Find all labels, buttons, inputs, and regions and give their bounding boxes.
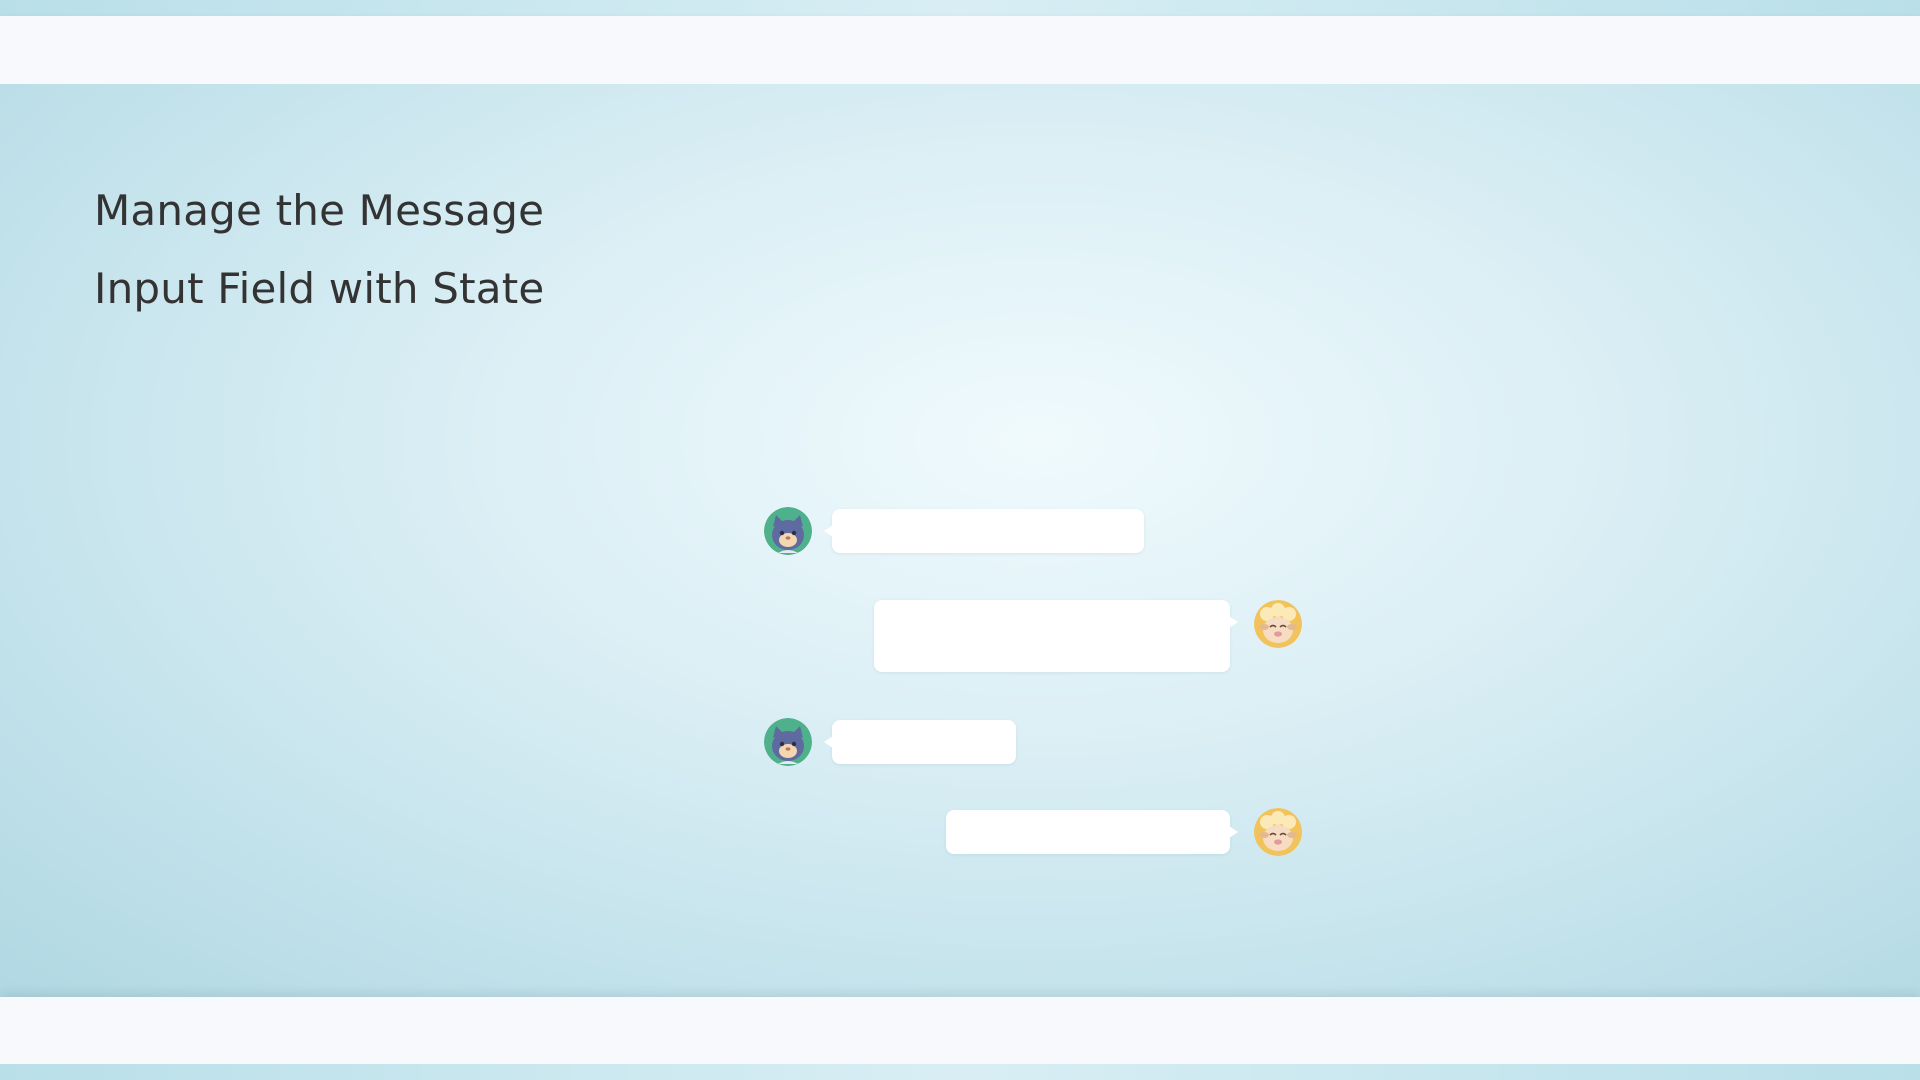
message-bubble xyxy=(824,720,1016,764)
title-line-1: Manage the Message xyxy=(94,186,545,235)
bottom-bar xyxy=(0,997,1920,1064)
chat-message xyxy=(874,600,1304,672)
message-bubble xyxy=(824,509,1144,553)
chat-message xyxy=(764,506,1144,556)
top-bar xyxy=(0,16,1920,84)
slide-stage: Manage the Message Input Field with Stat… xyxy=(0,84,1920,997)
cat-avatar-icon xyxy=(764,507,812,555)
top-edge-strip xyxy=(0,0,1920,16)
bottom-edge-strip xyxy=(0,1064,1920,1080)
cat-avatar-icon xyxy=(764,718,812,766)
sheep-avatar-icon xyxy=(1254,808,1302,856)
title-line-2: Input Field with State xyxy=(94,264,545,313)
sheep-avatar-icon xyxy=(1254,600,1302,648)
chat-message xyxy=(946,808,1304,860)
page-title: Manage the Message Input Field with Stat… xyxy=(94,172,544,328)
message-bubble xyxy=(874,600,1238,672)
chat-message xyxy=(764,718,1016,768)
message-bubble xyxy=(946,810,1238,854)
